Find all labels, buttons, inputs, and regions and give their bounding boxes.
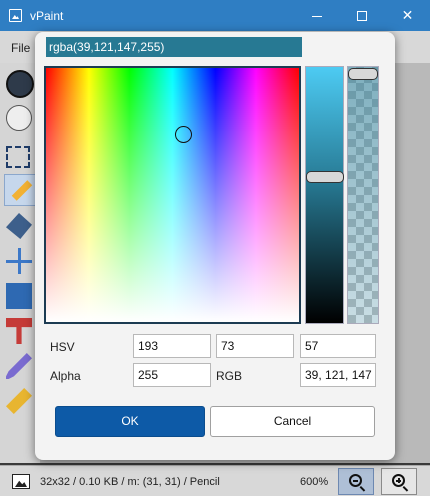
zoom-in-button[interactable] [381, 468, 417, 495]
window-title: vPaint [30, 9, 64, 23]
zoom-in-icon [392, 474, 405, 487]
minimize-button[interactable] [294, 0, 339, 31]
cancel-button[interactable]: Cancel [210, 406, 375, 437]
toolbox [0, 63, 40, 463]
zoom-level: 600% [300, 476, 329, 488]
color-field-handle[interactable] [175, 126, 192, 143]
fill-tool-icon[interactable] [6, 213, 32, 239]
status-info: 32x32 / 0.10 KB / m: (31, 31) / Pencil [40, 476, 220, 488]
status-bar: 32x32 / 0.10 KB / m: (31, 31) / Pencil 6… [0, 465, 430, 496]
rgb-input[interactable] [300, 363, 376, 387]
saturation-input[interactable] [216, 334, 294, 358]
color-picker-dialog: rgba(39,121,147,255) HSV Alpha RGB OK Ca… [35, 32, 395, 460]
hsv-label: HSV [50, 340, 75, 354]
pencil-tool-icon[interactable] [4, 174, 36, 206]
stamp-tool-icon[interactable] [6, 318, 32, 344]
zoom-out-icon [349, 474, 362, 487]
primary-color-swatch[interactable] [6, 70, 34, 98]
move-tool-icon[interactable] [6, 248, 32, 274]
maximize-icon [356, 11, 367, 22]
maximize-button[interactable] [339, 0, 384, 31]
hue-input[interactable] [133, 334, 211, 358]
close-button[interactable]: ✕ [385, 0, 430, 31]
alpha-slider-handle[interactable] [348, 68, 378, 80]
value-input[interactable] [300, 334, 376, 358]
color-value-display: rgba(39,121,147,255) [46, 37, 302, 57]
alpha-input[interactable] [133, 363, 211, 387]
alpha-slider[interactable] [347, 66, 379, 324]
color-picker-tool-icon[interactable] [6, 353, 32, 379]
value-slider-handle[interactable] [306, 171, 344, 183]
image-icon [12, 474, 30, 489]
alpha-label: Alpha [50, 369, 81, 383]
minimize-icon [311, 15, 322, 17]
value-slider[interactable] [305, 66, 344, 324]
eraser-tool-icon[interactable] [6, 388, 32, 414]
menu-file[interactable]: File [11, 41, 30, 55]
rgb-label: RGB [216, 369, 243, 383]
select-tool-icon[interactable] [6, 146, 30, 168]
saturation-value-field[interactable] [44, 66, 301, 324]
ok-button[interactable]: OK [55, 406, 205, 437]
zoom-out-button[interactable] [338, 468, 374, 495]
resize-tool-icon[interactable] [6, 283, 32, 309]
secondary-color-swatch[interactable] [6, 105, 32, 131]
app-icon [9, 9, 22, 22]
title-bar: vPaint ✕ [0, 0, 430, 31]
